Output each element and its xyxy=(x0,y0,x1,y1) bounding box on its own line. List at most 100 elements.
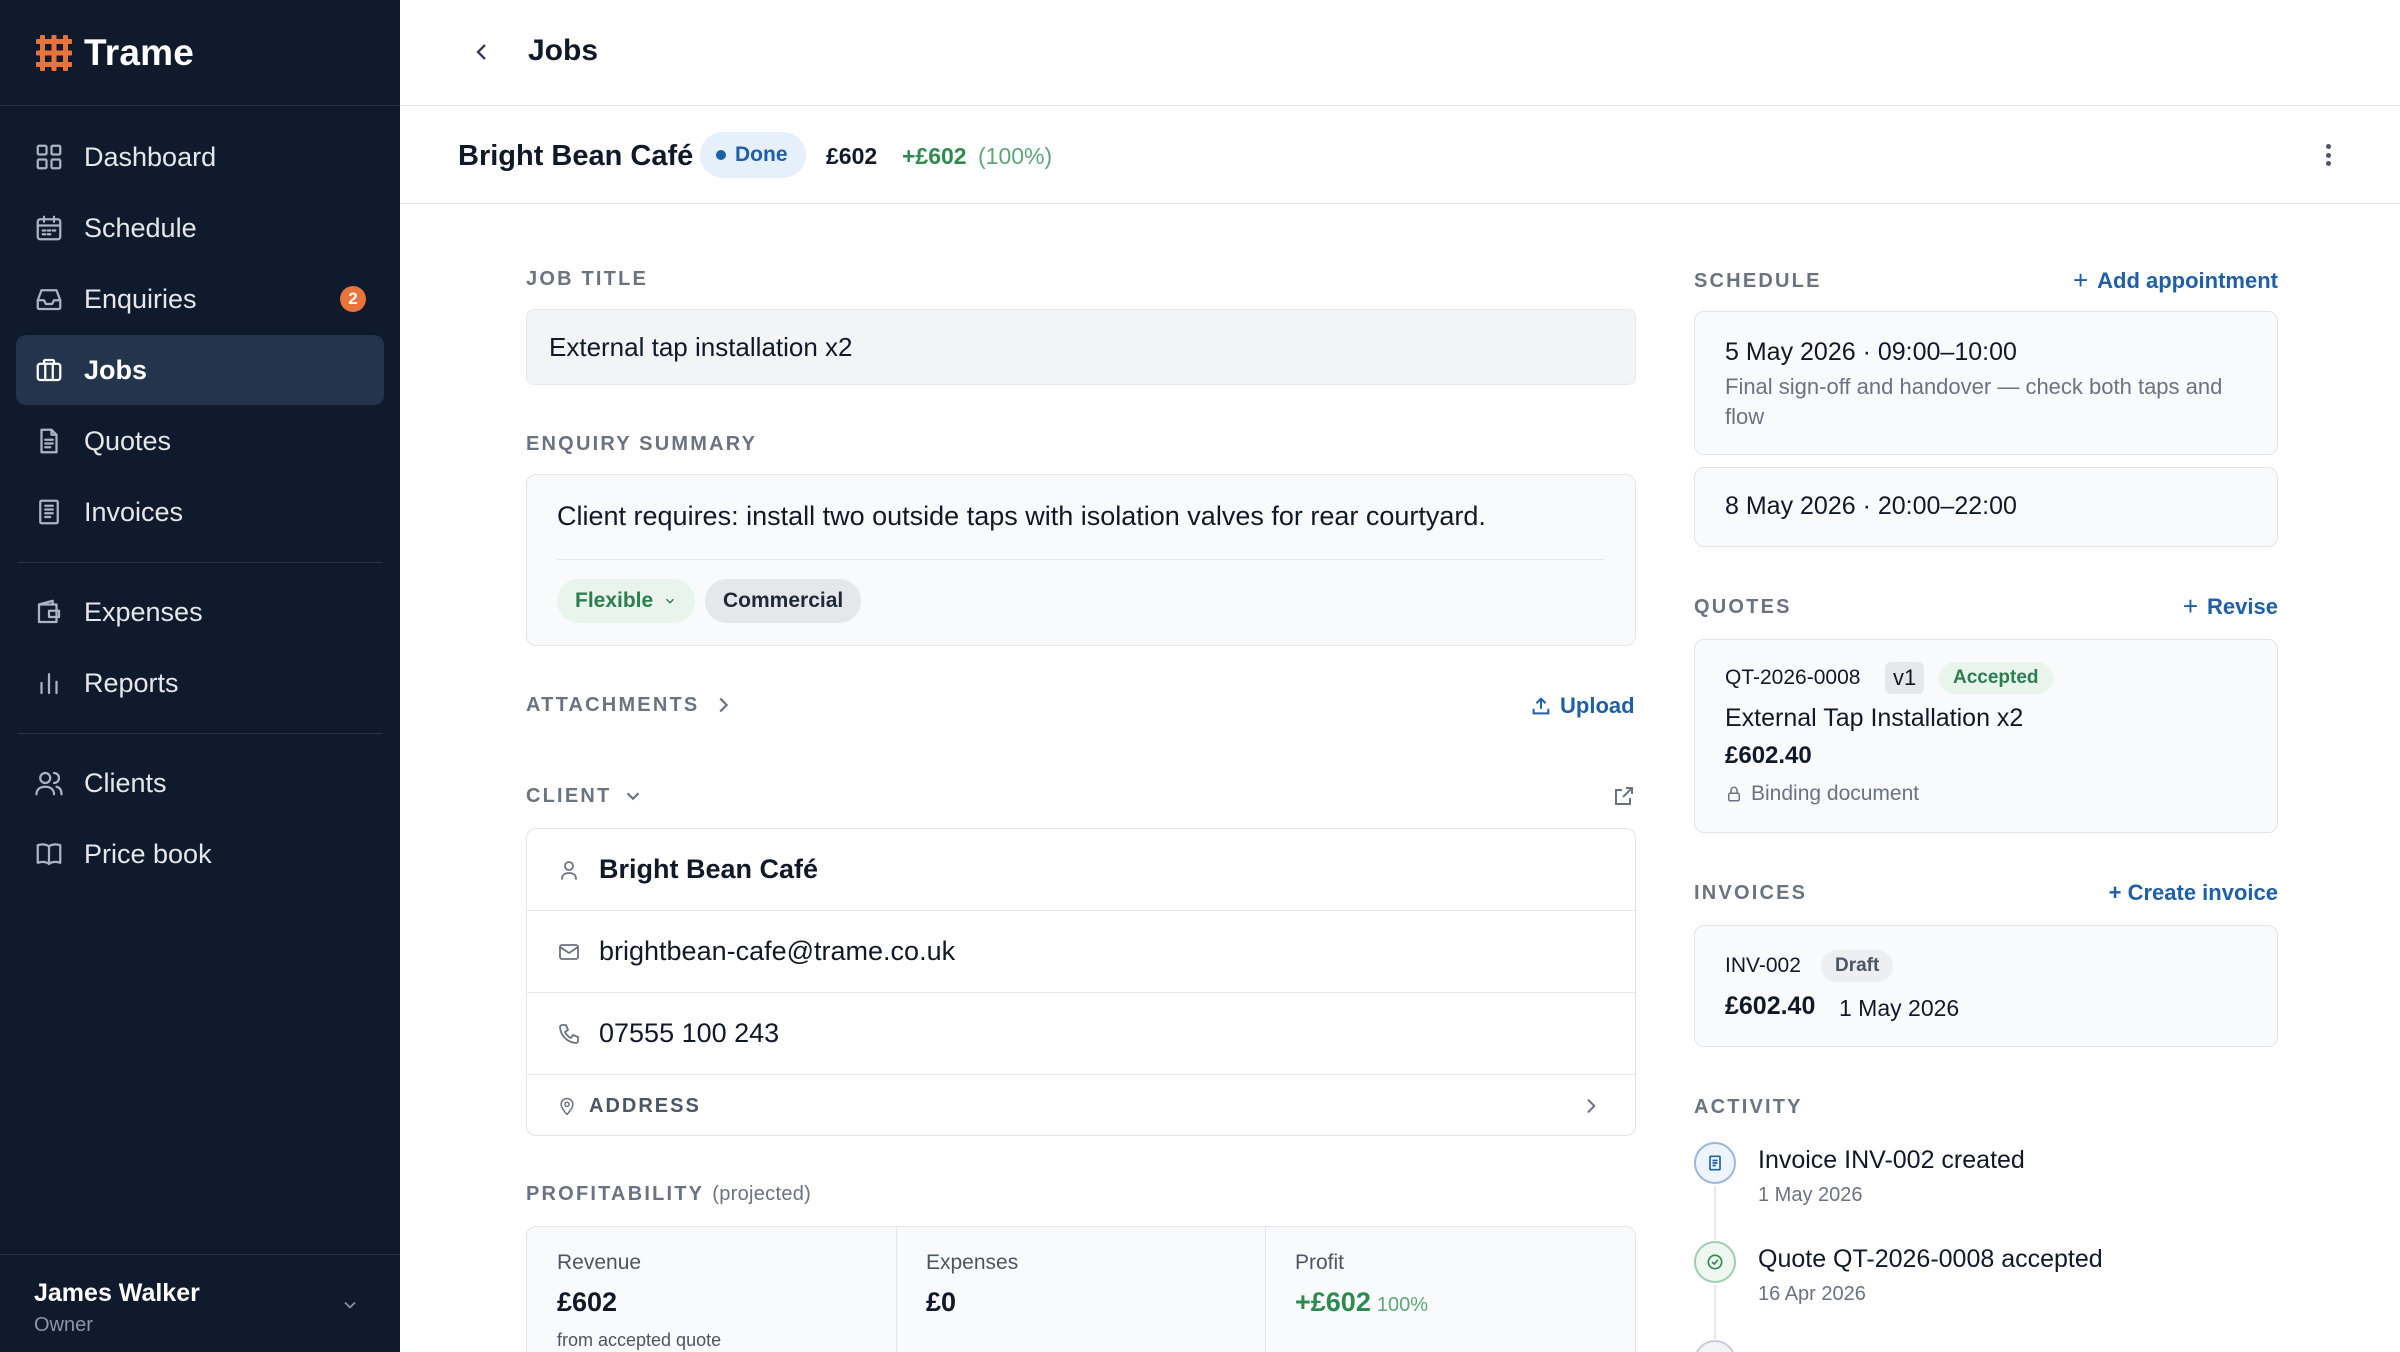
profitability-title: Profitability xyxy=(526,1183,705,1205)
address-label: Address xyxy=(589,1094,701,1117)
back-button[interactable] xyxy=(468,36,496,68)
sidebar: Trame Dashboard Schedule Enquiries 2 Job… xyxy=(0,0,400,1352)
timeline-connector xyxy=(1714,1285,1716,1339)
flexible-tag-dropdown[interactable]: Flexible xyxy=(557,579,696,623)
receipt-icon xyxy=(39,499,59,525)
activity-title: Invoice INV-002 created xyxy=(1758,1146,2025,1174)
profit-percent: 100% xyxy=(1376,1294,1428,1316)
enquiries-count-badge: 2 xyxy=(340,286,366,312)
client-section-toggle[interactable]: Client xyxy=(526,785,611,808)
external-link-icon[interactable] xyxy=(1612,784,1636,808)
job-title-label: Job title xyxy=(526,268,649,290)
invoice-icon xyxy=(1709,1155,1721,1171)
sidebar-item-price-book[interactable]: Price book xyxy=(16,819,384,889)
top-bar: Jobs xyxy=(400,0,2400,106)
sidebar-item-clients[interactable]: Clients xyxy=(16,748,384,818)
enquiry-summary-label: Enquiry summary xyxy=(526,433,758,455)
appointment-card[interactable]: 5 May 2026 · 09:00–10:00 Final sign-off … xyxy=(1694,311,2278,455)
bar-chart-icon xyxy=(40,673,58,695)
revenue-label: Revenue xyxy=(557,1251,642,1274)
attachments-toggle[interactable]: Attachments xyxy=(526,694,699,717)
sidebar-item-label: Reports xyxy=(84,667,179,698)
sidebar-item-jobs[interactable]: Jobs xyxy=(16,335,384,405)
sidebar-item-expenses[interactable]: Expenses xyxy=(16,577,384,647)
appointment-note: Final sign-off and handover — check both… xyxy=(1725,374,2223,429)
chevron-down-icon xyxy=(344,1301,356,1309)
upload-button[interactable]: Upload xyxy=(1530,693,1635,719)
check-circle-icon xyxy=(1707,1254,1723,1270)
quote-amount: £602.40 xyxy=(1725,742,1812,769)
kebab-dot-icon xyxy=(2325,144,2331,149)
schedule-label: Schedule xyxy=(1694,270,1822,292)
client-name: Bright Bean Café xyxy=(599,854,819,884)
nav-divider xyxy=(18,562,382,563)
sidebar-item-schedule[interactable]: Schedule xyxy=(16,193,384,263)
sidebar-item-label: Jobs xyxy=(84,354,148,385)
document-icon xyxy=(40,428,58,454)
nav-divider xyxy=(18,733,382,734)
quote-version-badge: v1 xyxy=(1885,662,1925,694)
more-options-button[interactable] xyxy=(2316,140,2340,170)
job-profit-percent: (100%) xyxy=(978,143,1053,169)
job-header: Bright Bean Café Done £602 +£602 (100%) xyxy=(400,106,2400,204)
appointment-card[interactable]: 8 May 2026 · 20:00–22:00 xyxy=(1694,467,2278,547)
revise-quote-button[interactable]: + Revise xyxy=(2183,591,2278,622)
binding-label: Binding document xyxy=(1751,782,1920,805)
commercial-tag[interactable]: Commercial xyxy=(705,579,862,623)
quote-number: QT-2026-0008 xyxy=(1725,666,1861,689)
expenses-label: Expenses xyxy=(926,1251,1019,1274)
profit-label: Profit xyxy=(1295,1251,1345,1274)
sidebar-item-enquiries[interactable]: Enquiries 2 xyxy=(16,264,384,334)
client-phone-row[interactable]: 07555 100 243 xyxy=(527,993,1635,1075)
chevron-down-icon[interactable] xyxy=(622,785,644,807)
add-appointment-button[interactable]: + Add appointment xyxy=(2073,265,2278,296)
revenue-note: from accepted quote xyxy=(557,1330,722,1350)
main-nav: Dashboard Schedule Enquiries 2 Jobs Quot… xyxy=(0,106,400,906)
quote-title: External Tap Installation x2 xyxy=(1725,704,2024,732)
enquiry-summary-text[interactable]: Client requires: install two outside tap… xyxy=(557,501,1486,532)
plus-icon: + xyxy=(2072,265,2089,295)
client-email: brightbean-cafe@trame.co.uk xyxy=(599,936,956,966)
client-email-row[interactable]: brightbean-cafe@trame.co.uk xyxy=(527,911,1635,993)
mail-icon xyxy=(559,943,579,960)
job-status-badge[interactable]: Done xyxy=(700,132,806,178)
activity-icon xyxy=(1694,1340,1736,1352)
calendar-icon xyxy=(36,215,62,241)
quotes-label: Quotes xyxy=(1694,596,1792,618)
user-name: James Walker xyxy=(34,1279,200,1307)
briefcase-icon xyxy=(36,358,62,382)
status-dot-icon xyxy=(716,150,726,160)
sidebar-item-label: Invoices xyxy=(84,496,184,527)
sidebar-item-quotes[interactable]: Quotes xyxy=(16,406,384,476)
client-address-row[interactable]: Address xyxy=(527,1075,1635,1135)
appointment-datetime: 5 May 2026 · 09:00–10:00 xyxy=(1725,338,2017,366)
sidebar-item-reports[interactable]: Reports xyxy=(16,648,384,718)
revise-label: Revise xyxy=(2207,593,2278,619)
profit-value-row: +£602 100% xyxy=(1295,1287,1605,1318)
job-profit: +£602 xyxy=(902,143,967,169)
sidebar-item-dashboard[interactable]: Dashboard xyxy=(16,122,384,192)
kebab-dot-icon xyxy=(2325,161,2331,166)
client-name-row[interactable]: Bright Bean Café xyxy=(527,829,1635,911)
divider xyxy=(557,559,1605,560)
chevron-left-icon xyxy=(476,44,486,60)
profit-value: +£602 xyxy=(1295,1287,1371,1317)
job-title-input[interactable]: External tap installation x2 xyxy=(526,309,1636,385)
invoice-card[interactable]: INV-002 Draft £602.40 1 May 2026 xyxy=(1694,925,2278,1047)
chevron-down-icon xyxy=(666,598,675,604)
map-pin-icon xyxy=(560,1097,574,1116)
invoice-date: 1 May 2026 xyxy=(1839,995,1960,1021)
quote-card[interactable]: QT-2026-0008 v1 Accepted External Tap In… xyxy=(1694,639,2278,833)
timeline-connector xyxy=(1714,1186,1716,1240)
chevron-right-icon[interactable] xyxy=(712,694,734,716)
activity-label: Activity xyxy=(1694,1096,1803,1118)
page-title: Jobs xyxy=(528,34,599,67)
activity-icon xyxy=(1694,1241,1736,1283)
sidebar-item-invoices[interactable]: Invoices xyxy=(16,477,384,547)
activity-date: 1 May 2026 xyxy=(1758,1184,1863,1206)
create-invoice-button[interactable]: + Create invoice xyxy=(2109,880,2278,906)
brand[interactable]: Trame xyxy=(0,0,400,106)
user-menu[interactable]: James Walker Owner xyxy=(0,1254,400,1352)
kebab-dot-icon xyxy=(2325,152,2331,158)
sidebar-item-label: Quotes xyxy=(84,425,172,456)
